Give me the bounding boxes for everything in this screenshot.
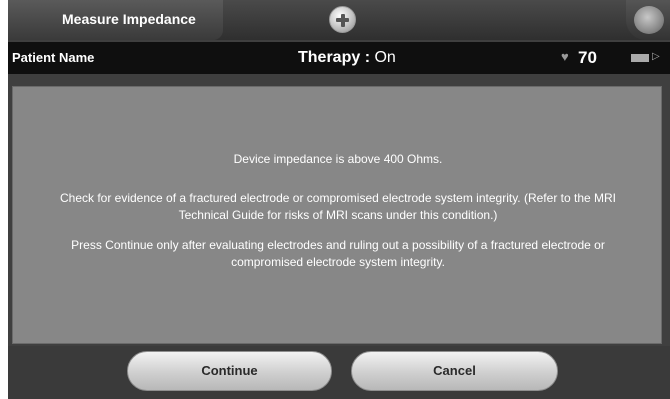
title-bar: Measure Impedance (8, 0, 670, 40)
page-title: Measure Impedance (8, 0, 223, 40)
plus-circle-icon[interactable] (329, 6, 356, 33)
button-bar: Continue Cancel (8, 346, 670, 399)
signal-icon: ▷ (652, 51, 660, 62)
check-instructions: Check for evidence of a fractured electr… (59, 191, 616, 222)
therapy-status: Therapy : On (298, 42, 396, 74)
therapy-label: Therapy : (298, 49, 375, 66)
page-title-label: Measure Impedance (62, 11, 196, 27)
globe-icon (634, 6, 664, 34)
continue-instructions: Press Continue only after evaluating ele… (71, 238, 605, 269)
heart-rate: 70 (578, 48, 597, 67)
warning-message: Device impedance is above 400 Ohms. (233, 152, 443, 166)
cancel-button[interactable]: Cancel (351, 351, 558, 391)
impedance-warning-panel: Device impedance is above 400 Ohms. Chec… (12, 86, 662, 344)
therapy-value: On (374, 49, 396, 66)
status-bar: Patient Name Therapy : On ♥ 70 ▷ (8, 42, 670, 74)
battery-icon (631, 54, 649, 62)
menu-button[interactable] (626, 0, 670, 40)
heart-icon: ♥ (561, 49, 569, 64)
patient-name: Patient Name (12, 50, 95, 65)
continue-button[interactable]: Continue (127, 351, 332, 391)
